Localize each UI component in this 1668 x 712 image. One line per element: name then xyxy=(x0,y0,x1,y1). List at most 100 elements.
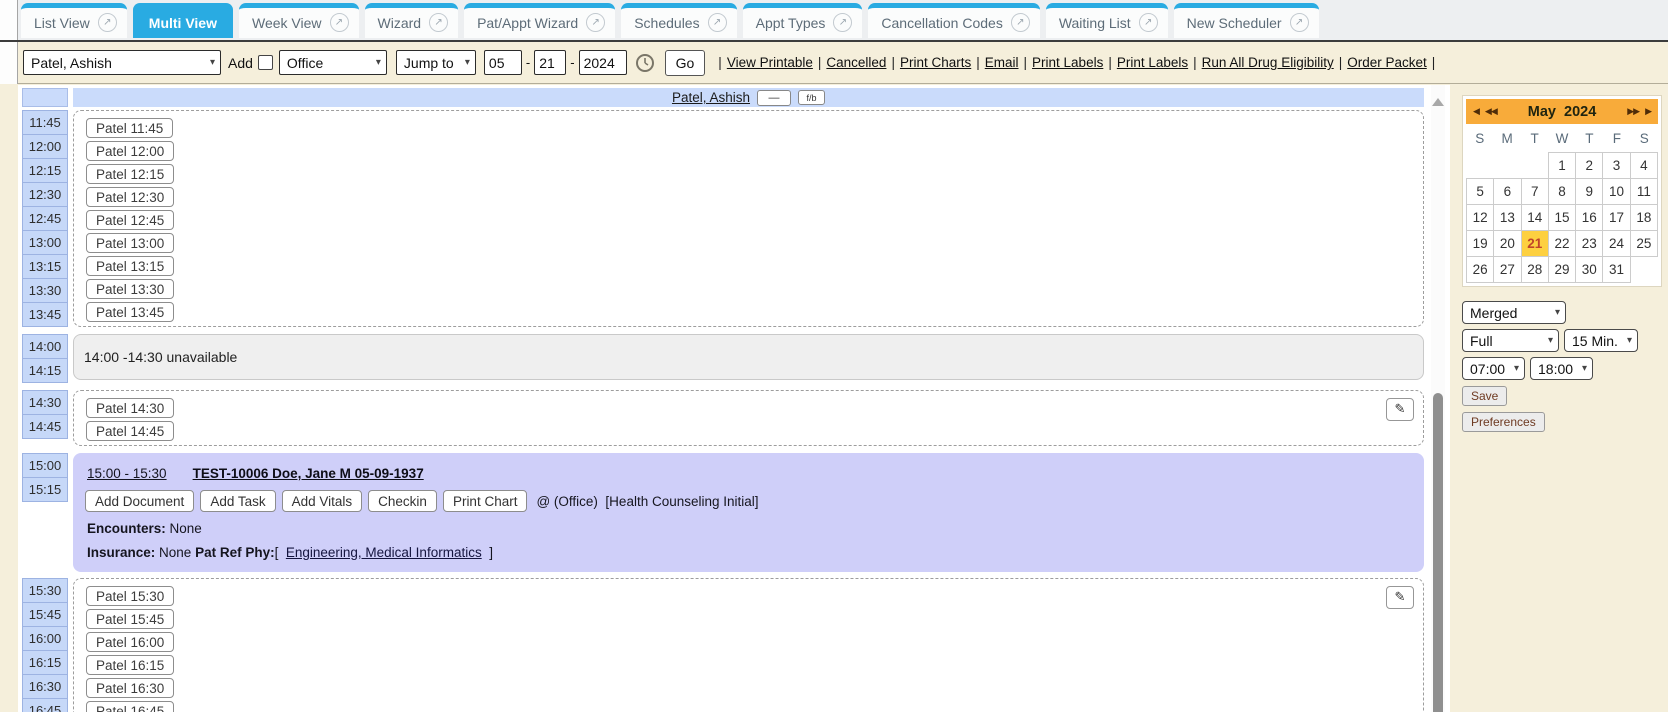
toolbar-link-view-printable-0[interactable]: View Printable xyxy=(727,55,813,70)
slot-button[interactable]: Patel 14:30 xyxy=(86,398,174,418)
slot-button[interactable]: Patel 15:30 xyxy=(86,586,174,606)
toolbar-link-order-packet-7[interactable]: Order Packet xyxy=(1347,55,1427,70)
calendar-day-27[interactable]: 27 xyxy=(1493,256,1521,283)
calendar-day-13[interactable]: 13 xyxy=(1493,204,1521,231)
edit-availability-button[interactable]: ✎ xyxy=(1386,398,1414,421)
slot-button[interactable]: Patel 16:45 xyxy=(86,701,174,712)
toolbar-link-email-3[interactable]: Email xyxy=(985,55,1019,70)
calendar-day-24[interactable]: 24 xyxy=(1602,230,1630,257)
calendar-day-31[interactable]: 31 xyxy=(1602,256,1630,283)
calendar-day-10[interactable]: 10 xyxy=(1602,178,1630,205)
next-year-icon[interactable]: ▶▶ xyxy=(1627,106,1639,117)
calendar-day-23[interactable]: 23 xyxy=(1575,230,1603,257)
toolbar-link-print-charts-2[interactable]: Print Charts xyxy=(900,55,971,70)
provider-header-link[interactable]: Patel, Ashish xyxy=(672,90,750,105)
calendar-day-4[interactable]: 4 xyxy=(1630,152,1658,179)
open-in-new-icon[interactable]: ↗ xyxy=(1011,13,1030,32)
calendar-day-1[interactable]: 1 xyxy=(1548,152,1576,179)
calendar-day-7[interactable]: 7 xyxy=(1521,178,1549,205)
tab-schedules[interactable]: Schedules↗ xyxy=(621,3,736,38)
slot-button[interactable]: Patel 13:00 xyxy=(86,233,174,253)
prev-year-icon[interactable]: ◀◀ xyxy=(1485,106,1497,117)
calendar-day-16[interactable]: 16 xyxy=(1575,204,1603,231)
slot-button[interactable]: Patel 12:45 xyxy=(86,210,174,230)
calendar-day-12[interactable]: 12 xyxy=(1466,204,1494,231)
end-time-select[interactable]: 18:00 ▾ xyxy=(1530,357,1593,380)
tab-wizard[interactable]: Wizard↗ xyxy=(365,3,459,38)
view-mode-select[interactable]: Merged ▾ xyxy=(1462,301,1566,324)
slot-button[interactable]: Patel 16:00 xyxy=(86,632,174,652)
size-mode-select[interactable]: Full ▾ xyxy=(1462,329,1559,352)
calendar-day-21[interactable]: 21 xyxy=(1521,230,1549,257)
next-month-icon[interactable]: ▶ xyxy=(1645,106,1651,117)
calendar-day-19[interactable]: 19 xyxy=(1466,230,1494,257)
minimize-provider-button[interactable]: — xyxy=(757,90,791,106)
start-time-select[interactable]: 07:00 ▾ xyxy=(1462,357,1525,380)
calendar-day-30[interactable]: 30 xyxy=(1575,256,1603,283)
fb-toggle-button[interactable]: f/b xyxy=(798,90,825,105)
slot-button[interactable]: Patel 13:45 xyxy=(86,302,174,322)
interval-select[interactable]: 15 Min. ▾ xyxy=(1564,329,1638,352)
calendar-day-3[interactable]: 3 xyxy=(1602,152,1630,179)
tab-cancellation-codes[interactable]: Cancellation Codes↗ xyxy=(868,3,1039,38)
calendar-day-6[interactable]: 6 xyxy=(1493,178,1521,205)
appointment-action-print-chart[interactable]: Print Chart xyxy=(443,490,528,512)
slot-button[interactable]: Patel 11:45 xyxy=(86,118,173,138)
calendar-day-8[interactable]: 8 xyxy=(1548,178,1576,205)
slot-button[interactable]: Patel 12:15 xyxy=(86,164,174,184)
provider-select[interactable]: Patel, Ashish ▾ xyxy=(23,50,221,75)
calendar-day-29[interactable]: 29 xyxy=(1548,256,1576,283)
calendar-day-14[interactable]: 14 xyxy=(1521,204,1549,231)
calendar-day-15[interactable]: 15 xyxy=(1548,204,1576,231)
save-button[interactable]: Save xyxy=(1462,386,1507,406)
toolbar-link-cancelled-1[interactable]: Cancelled xyxy=(826,55,886,70)
slot-button[interactable]: Patel 12:30 xyxy=(86,187,174,207)
calendar-day-26[interactable]: 26 xyxy=(1466,256,1494,283)
calendar-day-9[interactable]: 9 xyxy=(1575,178,1603,205)
go-button[interactable]: Go xyxy=(665,50,706,76)
facility-select[interactable]: Office ▾ xyxy=(279,50,387,75)
slot-button[interactable]: Patel 14:45 xyxy=(86,421,174,441)
toolbar-link-print-labels-5[interactable]: Print Labels xyxy=(1117,55,1188,70)
open-in-new-icon[interactable]: ↗ xyxy=(586,13,605,32)
calendar-day-11[interactable]: 11 xyxy=(1630,178,1658,205)
slot-button[interactable]: Patel 12:00 xyxy=(86,141,174,161)
open-in-new-icon[interactable]: ↗ xyxy=(833,13,852,32)
slot-button[interactable]: Patel 16:30 xyxy=(86,678,174,698)
calendar-day-18[interactable]: 18 xyxy=(1630,204,1658,231)
appointment-action-add-document[interactable]: Add Document xyxy=(85,490,194,512)
scrollbar-thumb[interactable] xyxy=(1433,393,1443,712)
vertical-scrollbar[interactable] xyxy=(1431,85,1445,712)
calendar-day-5[interactable]: 5 xyxy=(1466,178,1494,205)
tab-pat-appt-wizard[interactable]: Pat/Appt Wizard↗ xyxy=(464,3,615,38)
prev-month-icon[interactable]: ◀ xyxy=(1473,106,1479,117)
tab-multi-view[interactable]: Multi View xyxy=(133,3,233,38)
appointment-time-link[interactable]: 15:00 - 15:30 xyxy=(87,466,167,481)
date-day-input[interactable] xyxy=(534,50,566,75)
clock-icon[interactable] xyxy=(635,53,655,73)
scroll-up-arrow-icon[interactable] xyxy=(1432,98,1444,106)
calendar-day-22[interactable]: 22 xyxy=(1548,230,1576,257)
appointment-action-add-task[interactable]: Add Task xyxy=(200,490,275,512)
open-in-new-icon[interactable]: ↗ xyxy=(1290,13,1309,32)
open-in-new-icon[interactable]: ↗ xyxy=(708,13,727,32)
open-in-new-icon[interactable]: ↗ xyxy=(429,13,448,32)
appointment-action-add-vitals[interactable]: Add Vitals xyxy=(282,490,363,512)
tab-week-view[interactable]: Week View↗ xyxy=(239,3,359,38)
slot-button[interactable]: Patel 13:30 xyxy=(86,279,174,299)
edit-availability-button[interactable]: ✎ xyxy=(1386,586,1414,609)
open-in-new-icon[interactable]: ↗ xyxy=(1139,13,1158,32)
jump-to-select[interactable]: Jump to ▾ xyxy=(396,50,476,75)
date-month-input[interactable] xyxy=(484,50,522,75)
preferences-button[interactable]: Preferences xyxy=(1462,412,1545,432)
toolbar-link-print-labels-4[interactable]: Print Labels xyxy=(1032,55,1103,70)
tab-waiting-list[interactable]: Waiting List↗ xyxy=(1046,3,1168,38)
ref-phy-link[interactable]: Engineering, Medical Informatics xyxy=(286,545,482,560)
calendar-day-20[interactable]: 20 xyxy=(1493,230,1521,257)
patient-link[interactable]: TEST-10006 Doe, Jane M 05-09-1937 xyxy=(193,466,424,481)
add-checkbox[interactable] xyxy=(258,55,273,70)
toolbar-link-run-all-drug-eligibility-6[interactable]: Run All Drug Eligibility xyxy=(1202,55,1334,70)
calendar-day-25[interactable]: 25 xyxy=(1630,230,1658,257)
calendar-day-2[interactable]: 2 xyxy=(1575,152,1603,179)
appointment-action-checkin[interactable]: Checkin xyxy=(368,490,437,512)
